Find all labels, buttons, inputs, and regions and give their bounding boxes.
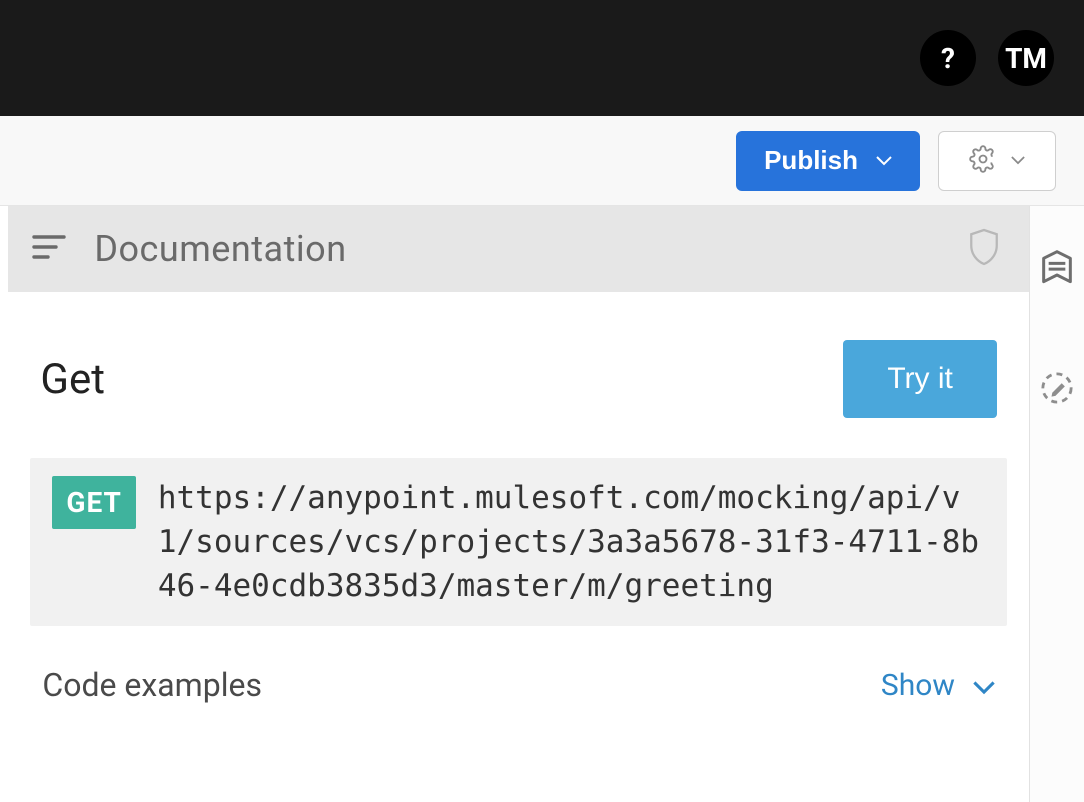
show-label: Show xyxy=(881,668,955,703)
chevron-down-icon xyxy=(1011,153,1025,168)
http-method-badge: GET xyxy=(52,476,135,529)
top-bar: ? TM xyxy=(0,0,1084,116)
operation-title: Get xyxy=(40,355,105,404)
settings-dropdown-button[interactable] xyxy=(938,131,1056,191)
endpoint-url: https://anypoint.mulesoft.com/mocking/ap… xyxy=(158,476,985,608)
code-examples-label: Code examples xyxy=(42,666,262,704)
right-rail xyxy=(1029,206,1084,802)
documentation-header: Documentation xyxy=(8,206,1029,292)
action-bar: Publish xyxy=(0,116,1084,206)
gear-icon xyxy=(969,145,997,176)
documentation-title: Documentation xyxy=(94,228,346,270)
chevron-down-icon xyxy=(876,150,892,171)
chevron-down-icon xyxy=(973,668,995,703)
menu-icon[interactable] xyxy=(32,234,66,264)
code-examples-row: Code examples Show xyxy=(8,626,1029,734)
code-examples-toggle[interactable]: Show xyxy=(881,668,995,703)
left-gutter xyxy=(0,206,8,802)
edit-gear-icon[interactable] xyxy=(1035,366,1079,414)
avatar-initials: TM xyxy=(1005,42,1047,75)
operation-header-row: Get Try it xyxy=(8,292,1029,458)
shield-icon[interactable] xyxy=(967,227,1001,271)
help-button[interactable]: ? xyxy=(920,30,976,86)
endpoint-box: GET https://anypoint.mulesoft.com/mockin… xyxy=(30,458,1007,626)
documentation-body: Get Try it GET https://anypoint.mulesoft… xyxy=(8,292,1029,802)
documentation-panel: Documentation Get Try it GET https://any… xyxy=(8,206,1029,802)
bookmark-icon[interactable] xyxy=(1037,248,1077,296)
user-avatar[interactable]: TM xyxy=(998,30,1054,86)
help-icon: ? xyxy=(941,42,955,75)
publish-label: Publish xyxy=(764,145,858,176)
try-it-button[interactable]: Try it xyxy=(843,340,997,418)
workspace: Documentation Get Try it GET https://any… xyxy=(0,206,1084,802)
publish-button[interactable]: Publish xyxy=(736,131,920,191)
